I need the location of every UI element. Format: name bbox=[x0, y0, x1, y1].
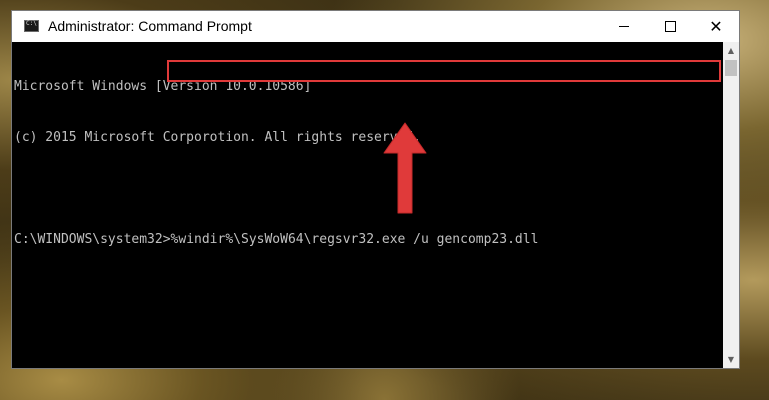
maximize-button[interactable] bbox=[647, 11, 693, 42]
title-bar[interactable]: Administrator: Command Prompt ✕ bbox=[12, 11, 739, 42]
scrollbar-thumb[interactable] bbox=[725, 60, 737, 76]
minimize-icon bbox=[619, 26, 629, 27]
red-arrow-icon bbox=[383, 122, 427, 214]
cmd-icon bbox=[24, 20, 39, 32]
scroll-down-icon[interactable]: ▼ bbox=[723, 351, 739, 368]
console-line-copyright: (c) 2015 Microsoft Corporotion. All righ… bbox=[14, 130, 421, 145]
close-icon: ✕ bbox=[709, 17, 723, 36]
console-output[interactable]: Microsoft Windows [Version 10.0.10586] (… bbox=[12, 42, 724, 368]
minimize-button[interactable] bbox=[601, 11, 647, 42]
console-command[interactable]: %windir%\SysWoW64\regsvr32.exe /u gencom… bbox=[171, 232, 539, 247]
window-title: Administrator: Command Prompt bbox=[48, 18, 252, 34]
command-prompt-window: Administrator: Command Prompt ✕ Microsof… bbox=[11, 10, 740, 369]
close-button[interactable]: ✕ bbox=[693, 11, 739, 42]
scroll-up-icon[interactable]: ▲ bbox=[723, 42, 739, 59]
maximize-icon bbox=[664, 21, 676, 32]
vertical-scrollbar[interactable]: ▲ ▼ bbox=[723, 42, 739, 368]
command-highlight-box bbox=[167, 60, 721, 82]
console-command-line: C:\WINDOWS\system32>%windir%\SysWoW64\re… bbox=[14, 231, 724, 248]
console-prompt: C:\WINDOWS\system32> bbox=[14, 232, 171, 247]
